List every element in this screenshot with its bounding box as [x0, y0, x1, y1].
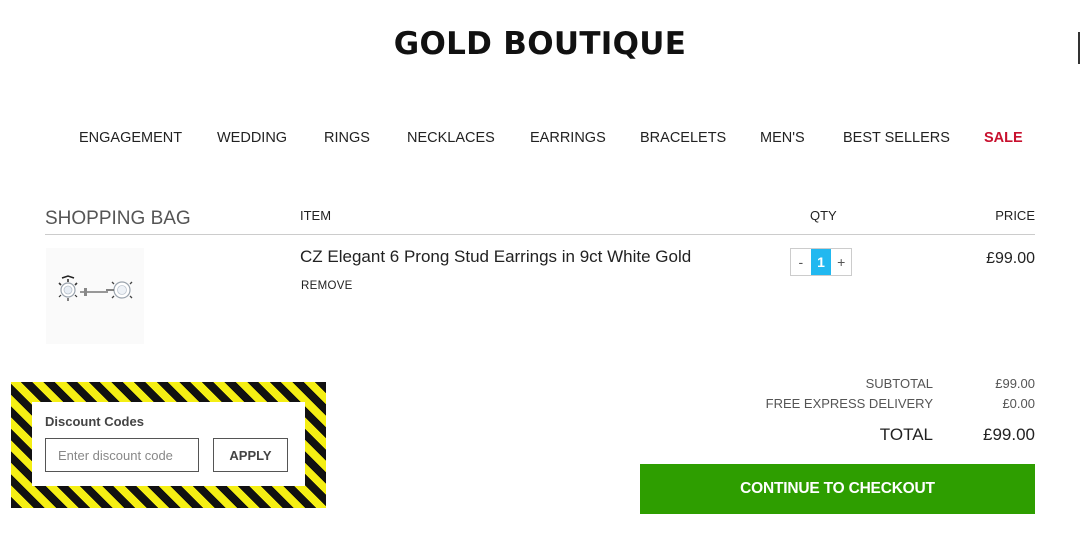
column-header-price: PRICE: [995, 208, 1035, 223]
discount-code-input[interactable]: [45, 438, 199, 472]
column-header-qty: QTY: [810, 208, 837, 223]
discount-title: Discount Codes: [45, 414, 144, 429]
nav-item-best-sellers[interactable]: BEST SELLERS: [843, 130, 950, 146]
qty-increase-button[interactable]: +: [831, 249, 851, 275]
nav-item-necklaces[interactable]: NECKLACES: [407, 130, 495, 146]
product-name[interactable]: CZ Elegant 6 Prong Stud Earrings in 9ct …: [300, 247, 691, 267]
nav-item-mens[interactable]: MEN'S: [760, 130, 805, 146]
brand-logo[interactable]: GOLD BOUTIQUE: [0, 26, 1080, 62]
subtotal-label: SUBTOTAL: [865, 376, 933, 391]
product-thumbnail[interactable]: [46, 248, 144, 344]
total-label: TOTAL: [879, 425, 933, 444]
nav-item-bracelets[interactable]: BRACELETS: [640, 130, 726, 146]
nav-item-wedding[interactable]: WEDDING: [217, 130, 287, 146]
line-item-price: £99.00: [986, 250, 1035, 267]
page-title: SHOPPING BAG: [45, 208, 191, 229]
column-header-item: ITEM: [300, 208, 332, 223]
total-value: £99.00: [983, 425, 1035, 444]
remove-item-link[interactable]: REMOVE: [301, 280, 353, 292]
stud-earrings-icon: [58, 275, 133, 301]
main-nav: ENGAGEMENT WEDDING RINGS NECKLACES EARRI…: [0, 130, 1080, 150]
nav-item-earrings[interactable]: EARRINGS: [530, 130, 606, 146]
quantity-stepper: - 1 +: [790, 248, 852, 276]
nav-item-sale[interactable]: SALE: [984, 130, 1023, 146]
subtotal-value: £99.00: [995, 376, 1035, 391]
qty-decrease-button[interactable]: -: [791, 249, 811, 275]
continue-to-checkout-button[interactable]: CONTINUE TO CHECKOUT: [640, 464, 1035, 514]
qty-value[interactable]: 1: [810, 249, 832, 275]
header-divider: [45, 234, 1035, 235]
delivery-value: £0.00: [1002, 396, 1035, 411]
nav-item-engagement[interactable]: ENGAGEMENT: [79, 130, 182, 146]
apply-discount-button[interactable]: APPLY: [213, 438, 288, 472]
nav-item-rings[interactable]: RINGS: [324, 130, 370, 146]
delivery-label: FREE EXPRESS DELIVERY: [765, 396, 933, 411]
